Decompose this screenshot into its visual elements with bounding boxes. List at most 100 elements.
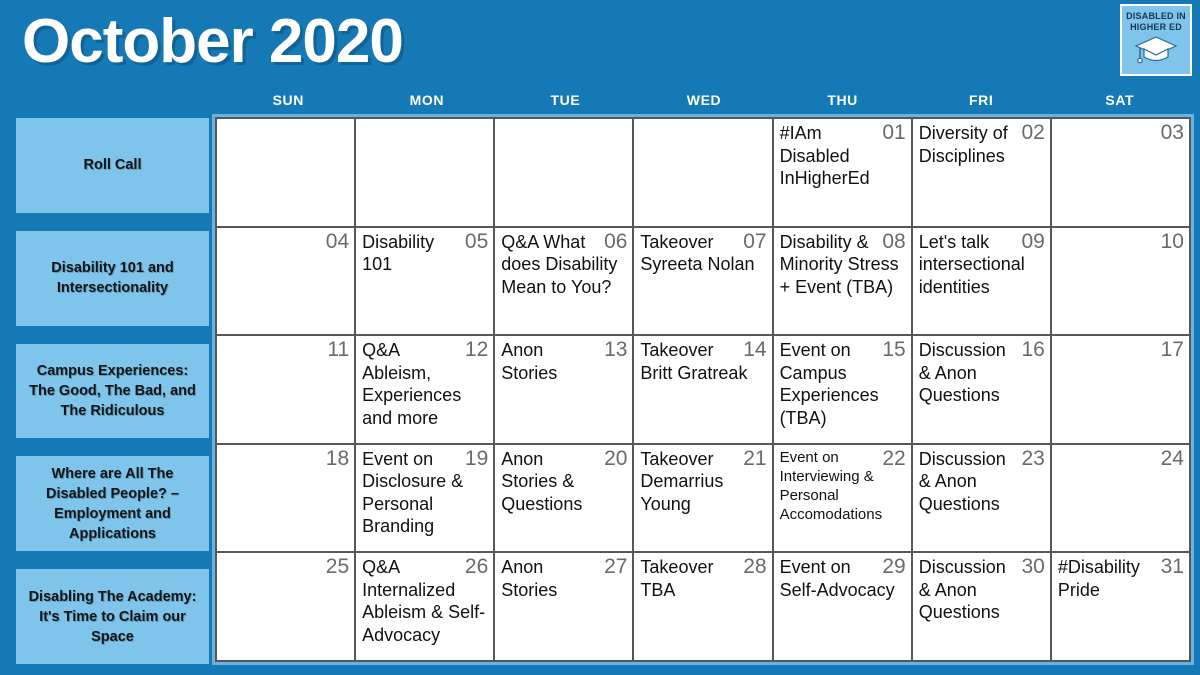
weekday-header-wed: WED <box>686 92 722 108</box>
day-number: 09 <box>1021 229 1045 253</box>
calendar-week-row: 18 19 Event on Disclosure & Personal Brand… <box>217 442 1189 552</box>
page-title: October 2020 <box>22 7 404 76</box>
calendar-day-09[interactable]: 09 Let's talk intersectional identities <box>910 227 1050 335</box>
calendar-day-13[interactable]: 13 Anon Stories <box>493 336 633 443</box>
sidebar-theme-label: Where are All The Disabled People? – Emp… <box>46 465 179 542</box>
calendar-grid: 01 #IAm Disabled InHigherEd 02 Diversity of… <box>215 117 1191 662</box>
theme-sidebar: Roll Call Disability 101 and Intersection… <box>16 118 209 664</box>
calendar-day-18[interactable]: 18 <box>217 444 355 552</box>
calendar-day-empty <box>493 119 633 226</box>
calendar-day-20[interactable]: 20 Anon Stories & Questions <box>493 444 633 552</box>
calendar-day-25[interactable]: 25 <box>217 553 355 660</box>
sidebar-theme-3: Where are All The Disabled People? – Emp… <box>16 456 209 552</box>
logo-line-2: HIGHER ED <box>1130 22 1182 32</box>
calendar-day-17[interactable]: 17 <box>1049 336 1189 443</box>
sidebar-theme-2: Campus Experiences: The Good, The Bad, a… <box>16 343 209 439</box>
day-number: 04 <box>325 229 350 253</box>
weekday-header-row: SUN MON TUE WED THU FRI SAT <box>219 92 1189 114</box>
calendar-day-08[interactable]: 08 Disability & Minority Stress + Event (… <box>771 227 911 335</box>
calendar-day-21[interactable]: 21 Takeover Demarrius Young <box>632 444 772 552</box>
calendar-day-02[interactable]: 02 Diversity of Disciplines <box>910 119 1050 226</box>
calendar-week-row: 01 #IAm Disabled InHigherEd 02 Diversity of… <box>217 119 1189 226</box>
day-number: 01 <box>882 121 906 144</box>
calendar-grid-frame: 01 #IAm Disabled InHigherEd 02 Diversity of… <box>212 114 1194 665</box>
calendar-day-05[interactable]: 05 Disability 101 <box>354 227 494 335</box>
calendar-day-03[interactable]: 03 <box>1049 119 1189 226</box>
sidebar-theme-label: Disability 101 and Intersectionality <box>51 260 174 297</box>
logo-disabled-in-higher-ed: DISABLED IN HIGHER ED <box>1120 4 1192 76</box>
calendar-day-19[interactable]: 19 Event on Disclosure & Personal Brandin… <box>354 444 494 552</box>
sidebar-theme-4: Disabling The Academy: It's Time to Clai… <box>16 569 209 664</box>
day-number: 24 <box>1160 446 1184 470</box>
day-number: 22 <box>882 446 906 470</box>
weekday-header-sun: SUN <box>272 92 304 108</box>
day-number: 29 <box>882 555 906 579</box>
calendar-day-04[interactable]: 04 <box>217 227 355 335</box>
calendar-page: October 2020 DISABLED IN HIGHER ED SUN MO… <box>0 0 1200 675</box>
weekday-header-mon: MON <box>409 92 445 108</box>
day-number: 10 <box>1160 229 1184 253</box>
calendar-day-15[interactable]: 15 Event on Campus Experiences (TBA) <box>771 336 911 443</box>
calendar-week-row: 25 26 Q&A Internalized Ableism & Self-Advo… <box>217 551 1189 660</box>
day-number: 19 <box>464 446 489 470</box>
day-number: 13 <box>604 338 628 362</box>
calendar-day-07[interactable]: 07 Takeover Syreeta Nolan <box>632 227 772 335</box>
day-number: 17 <box>1160 338 1184 362</box>
day-number: 03 <box>1160 121 1184 144</box>
logo-line-1: DISABLED IN <box>1126 11 1186 21</box>
calendar-day-14[interactable]: 14 Takeover Britt Gratreak <box>632 336 772 443</box>
day-number: 08 <box>882 229 906 253</box>
calendar-day-12[interactable]: 12 Q&A Ableism, Experiences and more <box>354 336 494 443</box>
day-number: 16 <box>1021 338 1045 362</box>
sidebar-theme-label: Disabling The Academy: It's Time to Clai… <box>28 588 197 645</box>
calendar-day-24[interactable]: 24 <box>1049 444 1189 552</box>
calendar-day-26[interactable]: 26 Q&A Internalized Ableism & Self-Advoca… <box>354 553 494 660</box>
sidebar-theme-label: Campus Experiences: The Good, The Bad, a… <box>29 362 196 419</box>
calendar-day-01[interactable]: 01 #IAm Disabled InHigherEd <box>771 119 911 226</box>
calendar-day-23[interactable]: 23 Discussion & Anon Questions <box>910 444 1050 552</box>
calendar-day-29[interactable]: 29 Event on Self-Advocacy <box>771 553 911 660</box>
calendar-day-27[interactable]: 27 Anon Stories <box>493 553 633 660</box>
day-number: 05 <box>464 229 489 253</box>
day-number: 07 <box>743 229 767 253</box>
sidebar-theme-label: Roll Call <box>83 157 142 174</box>
calendar-day-11[interactable]: 11 <box>217 336 355 443</box>
calendar-day-30[interactable]: 30 Discussion & Anon Questions <box>910 553 1050 660</box>
day-number: 21 <box>743 446 767 470</box>
calendar-day-10[interactable]: 10 <box>1049 227 1189 335</box>
day-number: 26 <box>464 555 489 579</box>
day-number: 31 <box>1160 555 1184 579</box>
weekday-header-fri: FRI <box>969 92 994 108</box>
weekday-header-thu: THU <box>827 92 858 108</box>
day-number: 28 <box>743 555 767 579</box>
day-number: 15 <box>882 338 906 362</box>
sidebar-theme-0: Roll Call <box>16 118 209 213</box>
sidebar-theme-1: Disability 101 and Intersectionality <box>16 230 209 326</box>
calendar-day-28[interactable]: 28 Takeover TBA <box>632 553 772 660</box>
weekday-header-sat: SAT <box>1105 92 1135 108</box>
day-number: 06 <box>604 229 628 253</box>
calendar-day-empty <box>632 119 772 226</box>
day-number: 25 <box>325 555 350 579</box>
day-number: 11 <box>327 338 350 362</box>
calendar-day-16[interactable]: 16 Discussion & Anon Questions <box>910 336 1050 443</box>
day-number: 14 <box>743 338 767 362</box>
day-number: 23 <box>1021 446 1045 470</box>
day-number: 12 <box>464 338 489 362</box>
calendar-day-06[interactable]: 06 Q&A What does Disability Mean to You? <box>493 227 633 335</box>
weekday-header-tue: TUE <box>550 92 581 108</box>
graduation-cap-icon <box>1134 35 1178 70</box>
calendar-week-row: 04 05 Disability 101 06 Q&A What does Disabi… <box>217 225 1189 335</box>
day-number: 02 <box>1021 121 1045 144</box>
day-number: 27 <box>604 555 628 579</box>
day-number: 30 <box>1021 555 1045 579</box>
calendar-day-31[interactable]: 31 #Disability Pride <box>1049 553 1189 660</box>
day-number: 20 <box>604 446 628 470</box>
calendar-week-row: 11 12 Q&A Ableism, Experiences and more 13 A… <box>217 334 1189 443</box>
calendar-day-22[interactable]: 22 Event on Interviewing & Personal Accom… <box>771 444 911 552</box>
calendar-day-empty <box>217 119 355 226</box>
